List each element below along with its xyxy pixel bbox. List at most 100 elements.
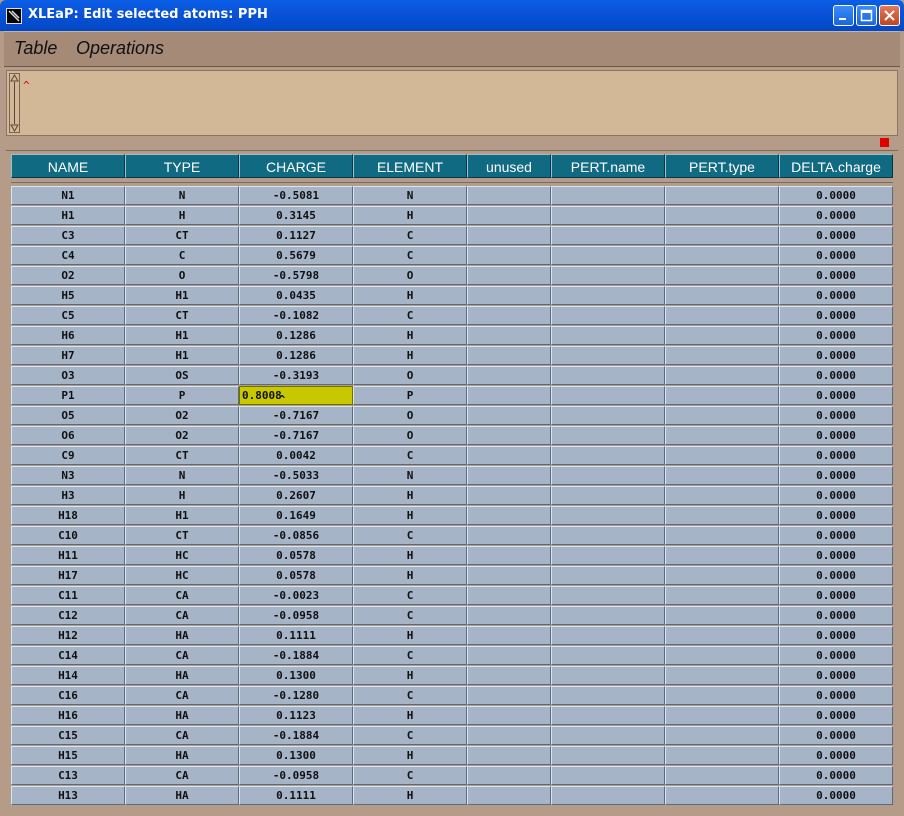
cell-name[interactable]: N1 <box>11 186 125 205</box>
cell-pert-name[interactable] <box>551 726 665 745</box>
cell-name[interactable]: C14 <box>11 646 125 665</box>
cell-delta-charge[interactable]: 0.0000 <box>779 426 893 445</box>
cell-name[interactable]: H13 <box>11 786 125 805</box>
cell-delta-charge[interactable]: 0.0000 <box>779 686 893 705</box>
cell-type[interactable]: O2 <box>125 426 239 445</box>
cell-charge[interactable]: 0.1300 <box>239 746 353 765</box>
cell-pert-name[interactable] <box>551 426 665 445</box>
cell-element[interactable]: C <box>353 766 467 785</box>
cell-type[interactable]: C <box>125 246 239 265</box>
cell-element[interactable]: H <box>353 546 467 565</box>
cell-name[interactable]: H16 <box>11 706 125 725</box>
cell-delta-charge[interactable]: 0.0000 <box>779 546 893 565</box>
cell-unused[interactable] <box>467 626 551 645</box>
cell-type[interactable]: N <box>125 466 239 485</box>
cell-charge[interactable]: 0.1127 <box>239 226 353 245</box>
column-header-element[interactable]: ELEMENT <box>353 154 467 178</box>
cell-unused[interactable] <box>467 586 551 605</box>
cell-type[interactable]: H <box>125 486 239 505</box>
cell-type[interactable]: CT <box>125 526 239 545</box>
cell-type[interactable]: H1 <box>125 506 239 525</box>
cell-pert-name[interactable] <box>551 686 665 705</box>
cell-delta-charge[interactable]: 0.0000 <box>779 366 893 385</box>
cell-pert-name[interactable] <box>551 366 665 385</box>
cell-type[interactable]: OS <box>125 366 239 385</box>
cell-type[interactable]: HC <box>125 566 239 585</box>
cell-pert-type[interactable] <box>665 766 779 785</box>
cell-pert-name[interactable] <box>551 526 665 545</box>
cell-name[interactable]: H7 <box>11 346 125 365</box>
cell-element[interactable]: H <box>353 346 467 365</box>
cell-charge[interactable]: -0.1884 <box>239 726 353 745</box>
cell-name[interactable]: N3 <box>11 466 125 485</box>
cell-delta-charge[interactable]: 0.0000 <box>779 606 893 625</box>
cell-delta-charge[interactable]: 0.0000 <box>779 386 893 405</box>
cell-element[interactable]: H <box>353 326 467 345</box>
cell-element[interactable]: O <box>353 366 467 385</box>
cell-pert-type[interactable] <box>665 686 779 705</box>
cell-unused[interactable] <box>467 746 551 765</box>
cell-pert-type[interactable] <box>665 586 779 605</box>
cell-charge[interactable]: 0.2607 <box>239 486 353 505</box>
cell-pert-type[interactable] <box>665 286 779 305</box>
cell-pert-name[interactable] <box>551 286 665 305</box>
input-scrollbar[interactable] <box>9 73 20 133</box>
cell-pert-name[interactable] <box>551 386 665 405</box>
menu-operations[interactable]: Operations <box>76 38 164 59</box>
cell-charge[interactable]: 0.1300 <box>239 666 353 685</box>
cell-element[interactable]: H <box>353 626 467 645</box>
cell-type[interactable]: CA <box>125 646 239 665</box>
cell-name[interactable]: C13 <box>11 766 125 785</box>
cell-pert-type[interactable] <box>665 466 779 485</box>
cell-type[interactable]: HA <box>125 786 239 805</box>
cell-pert-name[interactable] <box>551 546 665 565</box>
cell-pert-name[interactable] <box>551 226 665 245</box>
cell-name[interactable]: H11 <box>11 546 125 565</box>
cell-name[interactable]: H3 <box>11 486 125 505</box>
cell-unused[interactable] <box>467 326 551 345</box>
cell-pert-name[interactable] <box>551 746 665 765</box>
cell-delta-charge[interactable]: 0.0000 <box>779 326 893 345</box>
cell-delta-charge[interactable]: 0.0000 <box>779 566 893 585</box>
cell-type[interactable]: CA <box>125 586 239 605</box>
cell-element[interactable]: N <box>353 466 467 485</box>
cell-unused[interactable] <box>467 226 551 245</box>
cell-name[interactable]: O6 <box>11 426 125 445</box>
cell-pert-name[interactable] <box>551 766 665 785</box>
cell-charge[interactable]: 0.0578 <box>239 546 353 565</box>
cell-pert-name[interactable] <box>551 206 665 225</box>
cell-type[interactable]: CA <box>125 606 239 625</box>
cell-type[interactable]: HA <box>125 706 239 725</box>
cell-name[interactable]: P1 <box>11 386 125 405</box>
cell-name[interactable]: C15 <box>11 726 125 745</box>
cell-pert-type[interactable] <box>665 346 779 365</box>
cell-pert-name[interactable] <box>551 486 665 505</box>
cell-delta-charge[interactable]: 0.0000 <box>779 206 893 225</box>
cell-type[interactable]: CA <box>125 766 239 785</box>
cell-charge[interactable]: -0.5081 <box>239 186 353 205</box>
cell-name[interactable]: C3 <box>11 226 125 245</box>
cell-unused[interactable] <box>467 466 551 485</box>
cell-delta-charge[interactable]: 0.0000 <box>779 346 893 365</box>
cell-name[interactable]: O5 <box>11 406 125 425</box>
cell-type[interactable]: H1 <box>125 326 239 345</box>
cell-unused[interactable] <box>467 306 551 325</box>
cell-pert-type[interactable] <box>665 646 779 665</box>
cell-charge[interactable]: -0.0958 <box>239 606 353 625</box>
cell-pert-type[interactable] <box>665 366 779 385</box>
cell-charge[interactable]: 0.1286 <box>239 346 353 365</box>
cell-unused[interactable] <box>467 366 551 385</box>
cell-name[interactable]: H12 <box>11 626 125 645</box>
cell-name[interactable]: C11 <box>11 586 125 605</box>
cell-pert-type[interactable] <box>665 666 779 685</box>
cell-pert-type[interactable] <box>665 306 779 325</box>
cell-pert-name[interactable] <box>551 246 665 265</box>
cell-charge[interactable]: 0.1649 <box>239 506 353 525</box>
cell-element[interactable]: H <box>353 206 467 225</box>
cell-charge[interactable]: 0.3145 <box>239 206 353 225</box>
cell-type[interactable]: CA <box>125 686 239 705</box>
cell-delta-charge[interactable]: 0.0000 <box>779 286 893 305</box>
cell-delta-charge[interactable]: 0.0000 <box>779 766 893 785</box>
cell-name[interactable]: H17 <box>11 566 125 585</box>
cell-delta-charge[interactable]: 0.0000 <box>779 186 893 205</box>
